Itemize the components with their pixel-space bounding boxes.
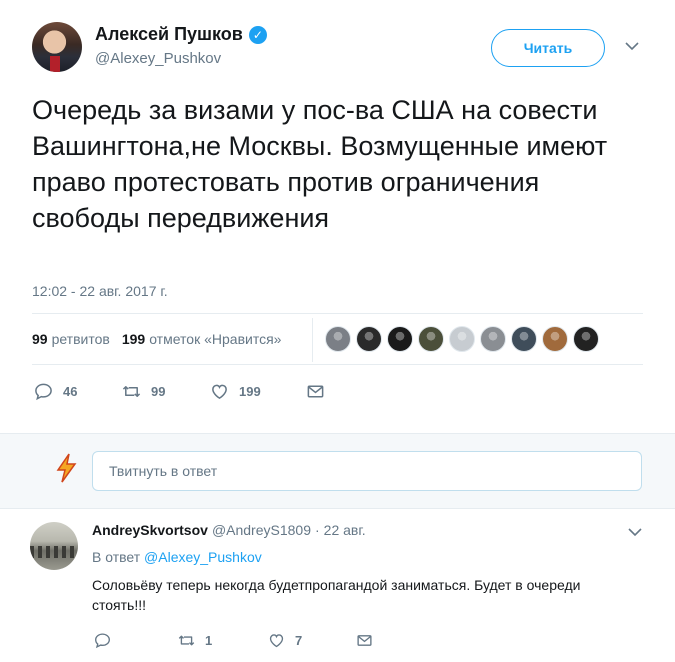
like-button[interactable]: 7 (268, 632, 356, 649)
author-name-row: Алексей Пушков ✓ (95, 24, 267, 45)
main-tweet: Алексей Пушков ✓ @Alexey_Pushkov Читать … (0, 0, 675, 433)
message-button[interactable] (306, 382, 325, 401)
reply-author-name[interactable]: AndreySkvortsov (92, 522, 208, 538)
reply-composer: Твитнуть в ответ (0, 433, 675, 509)
likes-stat-label: отметок «Нравится» (149, 331, 282, 347)
like-icon (269, 634, 284, 648)
liker-avatar[interactable] (387, 326, 413, 352)
in-reply-prefix: В ответ (92, 549, 141, 565)
retweet-count: 99 (151, 384, 166, 399)
in-reply-handle-link[interactable]: @Alexey_Pushkov (144, 549, 262, 565)
likes-stat-count: 199 (121, 331, 146, 347)
liker-avatar[interactable] (480, 326, 506, 352)
like-count: 199 (239, 384, 261, 399)
chevron-down-icon[interactable] (628, 524, 642, 542)
divider (32, 364, 643, 365)
reply-separator: · (315, 522, 320, 538)
reply-header: AndreySkvortsov @AndreyS1809 · 22 авг. (92, 522, 366, 538)
reply-button[interactable] (94, 632, 178, 649)
message-icon (357, 635, 372, 646)
liker-avatar[interactable] (449, 326, 475, 352)
liker-avatar[interactable] (542, 326, 568, 352)
likers-avatars (325, 326, 599, 352)
divider (32, 313, 643, 314)
reply-input[interactable]: Твитнуть в ответ (92, 451, 642, 491)
message-button[interactable] (356, 632, 373, 649)
divider (312, 318, 313, 362)
reply-icon (35, 383, 52, 401)
follow-button[interactable]: Читать (491, 29, 605, 67)
tweet-stats: 99 ретвитов 199 отметок «Нравится» (32, 331, 281, 347)
reply-icon (95, 633, 110, 649)
author-avatar[interactable] (32, 22, 82, 72)
reply-author-handle[interactable]: @AndreyS1809 (212, 522, 311, 538)
retweet-count: 1 (205, 633, 213, 648)
reply-count: 46 (63, 384, 78, 399)
reply-date[interactable]: 22 авг. (324, 522, 366, 538)
likes-stat[interactable]: 199 отметок «Нравится» (122, 331, 282, 347)
liker-avatar[interactable] (418, 326, 444, 352)
reply-button[interactable]: 46 (34, 382, 122, 401)
tweet-timestamp[interactable]: 12:02 - 22 авг. 2017 г. (32, 283, 168, 299)
retweets-stat-count: 99 (32, 331, 48, 347)
liker-avatar[interactable] (356, 326, 382, 352)
retweet-button[interactable]: 99 (122, 382, 210, 401)
reply-text: Соловьёву теперь некогда будетпропагандо… (92, 577, 581, 613)
retweet-icon (122, 385, 141, 398)
retweets-stat-label: ретвитов (51, 331, 110, 347)
retweet-icon (178, 635, 195, 646)
like-icon (212, 384, 227, 400)
reply-tweet: AndreySkvortsov @AndreyS1809 · 22 авг. В… (0, 510, 675, 662)
message-icon (307, 385, 324, 398)
like-count: 7 (295, 633, 303, 648)
liker-avatar[interactable] (573, 326, 599, 352)
author-name[interactable]: Алексей Пушков (95, 24, 243, 45)
reply-author-avatar[interactable] (30, 522, 78, 570)
chevron-down-icon[interactable] (624, 38, 640, 54)
user-avatar-icon[interactable] (50, 452, 82, 484)
author-handle[interactable]: @Alexey_Pushkov (95, 50, 221, 67)
liker-avatar[interactable] (511, 326, 537, 352)
in-reply-to: В ответ @Alexey_Pushkov (92, 549, 262, 565)
retweets-stat[interactable]: 99 ретвитов (32, 331, 110, 347)
like-button[interactable]: 199 (210, 382, 306, 401)
tweet-text: Очередь за визами у пос-ва США на совест… (32, 95, 608, 233)
reply-actions: 1 7 (94, 632, 373, 649)
verified-icon: ✓ (248, 25, 267, 44)
tweet-actions: 46 99 199 (34, 382, 325, 401)
retweet-button[interactable]: 1 (178, 632, 268, 649)
liker-avatar[interactable] (325, 326, 351, 352)
